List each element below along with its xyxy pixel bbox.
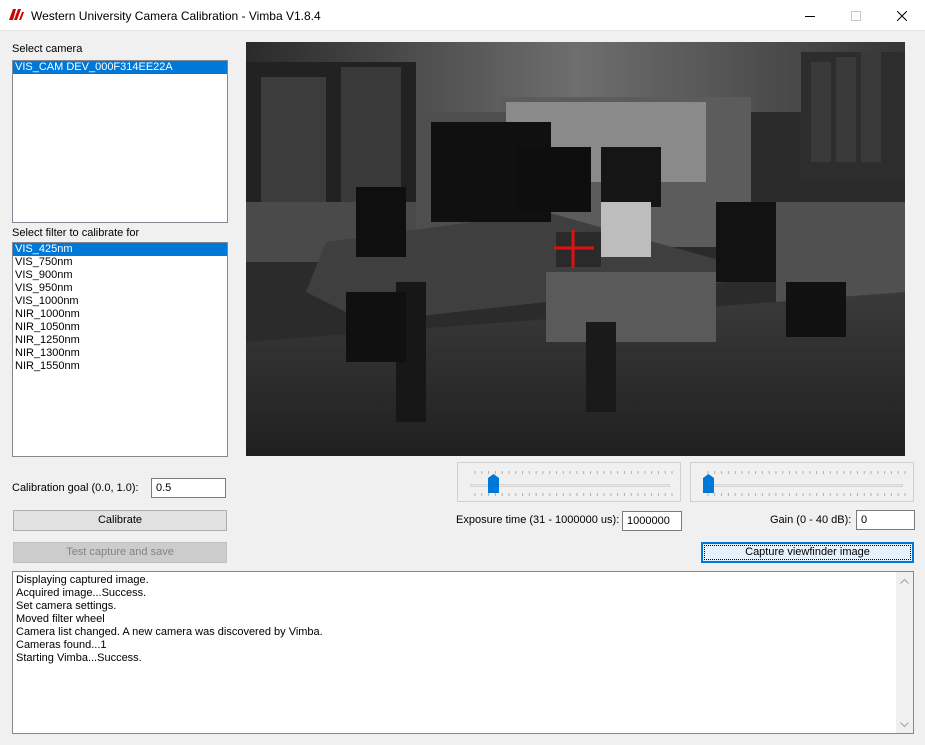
filter-list-item[interactable]: NIR_1000nm: [13, 308, 227, 321]
gain-slider-ticks: [707, 471, 906, 496]
log-line: Camera list changed. A new camera was di…: [16, 626, 323, 638]
gain-slider-thumb[interactable]: [703, 474, 714, 493]
camera-listbox[interactable]: VIS_CAM DEV_000F314EE22A: [12, 60, 228, 223]
maximize-icon: [851, 10, 861, 21]
calibration-goal-input[interactable]: 0.5: [151, 478, 226, 498]
gain-input[interactable]: 0: [856, 510, 915, 530]
camera-list-item[interactable]: VIS_CAM DEV_000F314EE22A: [13, 61, 227, 74]
exposure-slider-thumb[interactable]: [487, 474, 499, 493]
chevron-down-icon: [900, 721, 909, 727]
scroll-up-button[interactable]: [896, 572, 913, 589]
viewfinder-image: [246, 42, 905, 456]
exposure-time-label: Exposure time (31 - 1000000 us):: [456, 514, 620, 526]
exposure-slider[interactable]: [457, 462, 681, 502]
log-scrollbar[interactable]: [896, 572, 913, 733]
log-line: Acquired image...Success.: [16, 587, 147, 599]
filter-list-item[interactable]: VIS_1000nm: [13, 295, 227, 308]
window-title: Western University Camera Calibration - …: [31, 9, 321, 23]
viewfinder-scene: [246, 42, 905, 456]
filter-list-item[interactable]: VIS_425nm: [13, 243, 227, 256]
filter-list-item[interactable]: NIR_1250nm: [13, 334, 227, 347]
log-line: Cameras found...1: [16, 639, 107, 651]
filter-list-item[interactable]: NIR_1550nm: [13, 360, 227, 373]
exposure-slider-groove: [470, 484, 670, 487]
close-icon: [897, 10, 907, 21]
maximize-button[interactable]: [833, 0, 879, 31]
capture-viewfinder-button[interactable]: Capture viewfinder image: [701, 542, 914, 563]
filter-list-item[interactable]: NIR_1300nm: [13, 347, 227, 360]
scroll-down-button[interactable]: [896, 716, 913, 733]
chevron-up-icon: [900, 578, 909, 584]
filter-list-item[interactable]: VIS_900nm: [13, 269, 227, 282]
minimize-icon: [805, 15, 815, 17]
test-capture-button[interactable]: Test capture and save: [13, 542, 227, 563]
filter-listbox[interactable]: VIS_425nm VIS_750nm VIS_900nm VIS_950nm VIS_…: [12, 242, 228, 457]
calibration-goal-label: Calibration goal (0.0, 1.0):: [12, 482, 139, 494]
calibrate-button[interactable]: Calibrate: [13, 510, 227, 531]
gain-label: Gain (0 - 40 dB):: [770, 514, 852, 526]
app-logo-icon: [9, 9, 24, 20]
minimize-button[interactable]: [787, 0, 833, 31]
gain-slider[interactable]: [690, 462, 914, 502]
log-output[interactable]: Displaying captured image. Acquired image…: [12, 571, 914, 734]
log-line: Set camera settings.: [16, 600, 117, 612]
select-camera-label: Select camera: [12, 43, 83, 55]
gain-slider-groove: [703, 484, 903, 487]
log-line: Starting Vimba...Success.: [16, 652, 142, 664]
capture-viewfinder-label: Capture viewfinder image: [745, 546, 870, 558]
filter-list-item[interactable]: NIR_1050nm: [13, 321, 227, 334]
log-line: Displaying captured image.: [16, 574, 149, 586]
log-line: Moved filter wheel: [16, 613, 105, 625]
filter-list-item[interactable]: VIS_750nm: [13, 256, 227, 269]
exposure-time-input[interactable]: 1000000: [622, 511, 682, 531]
close-button[interactable]: [879, 0, 925, 31]
select-filter-label: Select filter to calibrate for: [12, 227, 140, 239]
filter-list-item[interactable]: VIS_950nm: [13, 282, 227, 295]
title-bar[interactable]: Western University Camera Calibration - …: [0, 0, 925, 31]
